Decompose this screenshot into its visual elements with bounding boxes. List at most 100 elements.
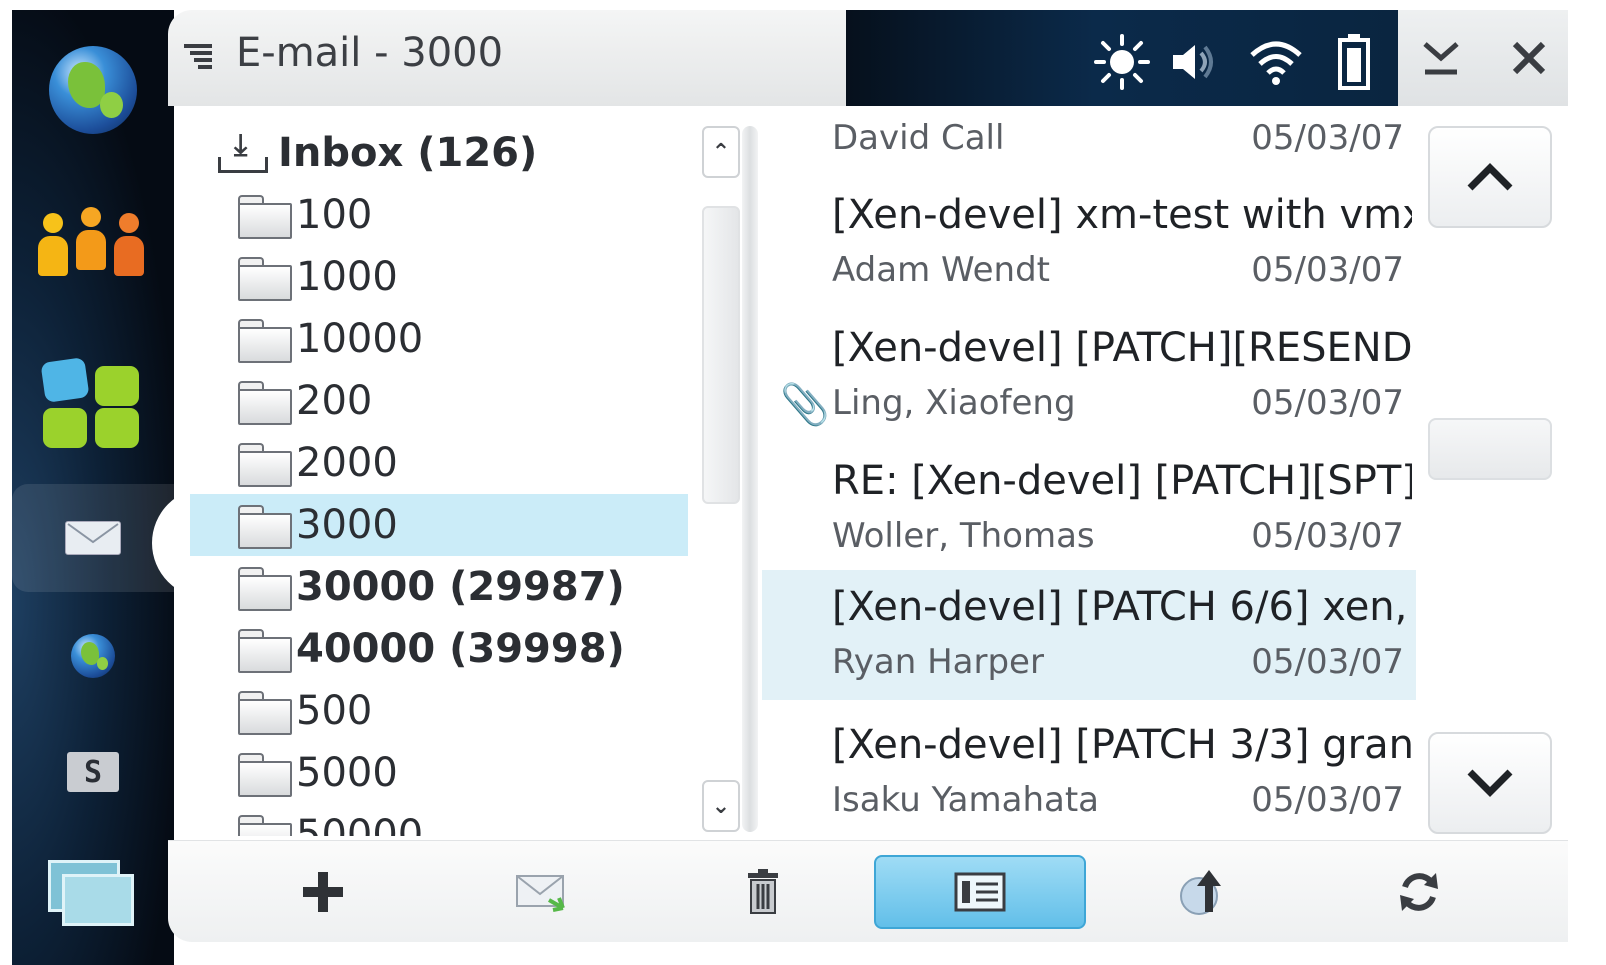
folder-list[interactable]: ⤓ Inbox (126) 100 1000 10000 200 2000 30 (190, 114, 690, 836)
pane-divider-handle[interactable] (742, 126, 758, 832)
nav-contacts[interactable] (12, 178, 174, 302)
message-date: 05/03/07 (1251, 383, 1404, 423)
minimize-button[interactable] (1398, 10, 1483, 106)
paperclip-icon: 📎 (780, 382, 830, 428)
message-item[interactable]: RE: [Xen-devel] [PATCH][SPT]... Woller, … (762, 444, 1416, 574)
switcher-icon (48, 860, 138, 930)
folder-label: 10000 (296, 316, 424, 362)
folder-label: 3000 (296, 502, 398, 548)
message-sender: Woller, Thomas (832, 516, 1095, 556)
folder-item[interactable]: 10000 (190, 308, 688, 370)
folder-item[interactable]: 5000 (190, 742, 688, 804)
contacts-icon (38, 204, 148, 276)
message-sender: Adam Wendt (832, 250, 1051, 290)
folder-label: 500 (296, 688, 373, 734)
nav-internet[interactable] (12, 606, 174, 706)
send-receive-button[interactable] (478, 855, 608, 929)
folder-label: 1000 (296, 254, 398, 300)
close-icon (1512, 41, 1545, 75)
chevron-up-icon (1467, 163, 1513, 191)
message-date: 05/03/07 (1251, 642, 1404, 682)
message-item[interactable]: [Xen-devel] [PATCH 3/3] gran... Isaku Ya… (762, 708, 1416, 834)
message-item[interactable]: David Call 05/03/07 (762, 108, 1416, 176)
folder-icon (238, 319, 292, 363)
message-scroll-down-button[interactable] (1428, 732, 1552, 834)
folder-icon (238, 195, 292, 239)
message-item[interactable]: [Xen-devel] xm-test with vmx... Adam Wen… (762, 178, 1416, 308)
web-browser-icon (49, 46, 137, 134)
message-date: 05/03/07 (1251, 250, 1404, 290)
folder-item[interactable]: 100 (190, 184, 688, 246)
app-title[interactable]: E-mail - 3000 (236, 30, 503, 76)
folder-label: 50000 (296, 812, 424, 836)
move-up-button[interactable] (1138, 855, 1268, 929)
folder-item[interactable]: 2000 (190, 432, 688, 494)
wifi-icon (1244, 34, 1308, 90)
message-sender: Ling, Xiaofeng (832, 383, 1076, 423)
folder-label: 200 (296, 378, 373, 424)
folder-scroll-down-button[interactable]: ⌄ (702, 780, 740, 832)
message-subject: RE: [Xen-devel] [PATCH][SPT]... (832, 458, 1412, 504)
folder-scrollbar[interactable]: ⌃ ⌄ (702, 126, 740, 836)
folder-label: 5000 (296, 750, 398, 796)
refresh-icon (1400, 873, 1438, 911)
folder-icon (238, 815, 292, 836)
message-date: 05/03/07 (1251, 118, 1404, 158)
close-button[interactable] (1486, 10, 1571, 106)
delete-icon (748, 869, 778, 914)
nav-terminal[interactable]: S (12, 722, 174, 822)
message-view-button[interactable] (874, 855, 1086, 929)
message-sender: David Call (832, 118, 1005, 158)
internet-icon (71, 634, 115, 678)
folder-item[interactable]: 50000 (190, 804, 688, 836)
status-area[interactable] (846, 10, 1398, 106)
brightness-icon (1090, 34, 1154, 90)
move-up-icon (1180, 870, 1221, 915)
folder-label: 30000 (29987) (296, 564, 625, 610)
message-item[interactable]: 📎 [Xen-devel] [PATCH][RESEND... Ling, Xi… (762, 311, 1416, 441)
folder-icon (238, 753, 292, 797)
window-buttons (1398, 10, 1568, 106)
message-list[interactable]: David Call 05/03/07 [Xen-devel] xm-test … (762, 108, 1416, 834)
message-scroll-up-button[interactable] (1428, 126, 1552, 228)
folder-label: Inbox (126) (278, 130, 538, 176)
volume-icon (1162, 34, 1226, 90)
folder-icon (238, 381, 292, 425)
folder-label: 40000 (39998) (296, 626, 625, 672)
new-message-icon (303, 872, 343, 912)
email-icon (65, 521, 121, 555)
chevron-down-icon: ⌄ (711, 793, 731, 819)
bottom-toolbar (168, 840, 1568, 942)
nav-switcher[interactable] (12, 840, 174, 950)
refresh-button[interactable] (1354, 855, 1484, 929)
folder-item[interactable]: 1000 (190, 246, 688, 308)
folder-item[interactable]: 40000 (39998) (190, 618, 688, 680)
chevron-down-icon (1467, 769, 1513, 797)
applications-icon (40, 357, 143, 450)
delete-button[interactable] (698, 855, 828, 929)
folder-item-selected[interactable]: 3000 (190, 494, 688, 556)
battery-icon (1330, 34, 1378, 90)
folder-icon (238, 505, 292, 549)
new-message-button[interactable] (258, 855, 388, 929)
message-item-selected[interactable]: [Xen-devel] [PATCH 6/6] xen, ... Ryan Ha… (762, 570, 1416, 700)
folder-scroll-thumb[interactable] (702, 206, 740, 504)
folder-item[interactable]: 500 (190, 680, 688, 742)
folder-item[interactable]: 200 (190, 370, 688, 432)
folder-icon (238, 443, 292, 487)
message-scroll-thumb[interactable] (1428, 418, 1552, 480)
message-sender: Ryan Harper (832, 642, 1044, 682)
folder-icon (238, 629, 292, 673)
folder-item[interactable]: 30000 (29987) (190, 556, 688, 618)
minimize-icon (1422, 42, 1459, 75)
nav-applications[interactable] (12, 340, 174, 470)
send-receive-icon (516, 875, 565, 912)
menu-icon[interactable] (184, 44, 212, 70)
message-sender: Isaku Yamahata (832, 780, 1100, 820)
folder-inbox[interactable]: ⤓ Inbox (126) (190, 122, 688, 184)
nav-email[interactable] (12, 484, 174, 592)
message-subject: [Xen-devel] xm-test with vmx... (832, 192, 1412, 238)
terminal-icon: S (67, 752, 119, 792)
folder-scroll-up-button[interactable]: ⌃ (702, 126, 740, 178)
nav-web-browser[interactable] (12, 28, 174, 152)
